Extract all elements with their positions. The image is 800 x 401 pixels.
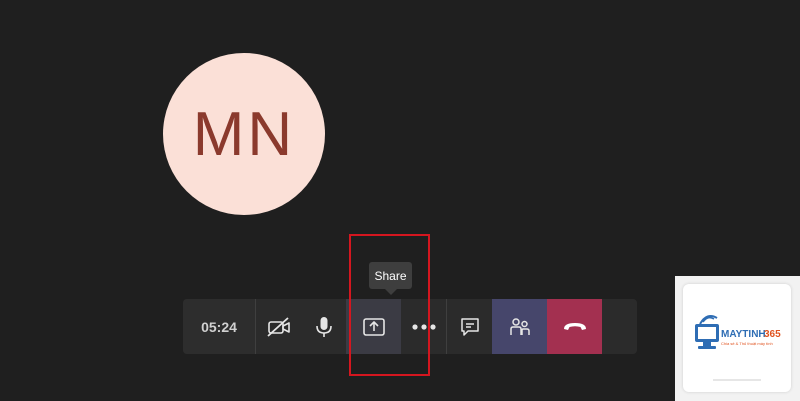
chat-button[interactable]: [447, 299, 492, 354]
share-highlight-box: [349, 234, 430, 376]
meeting-stage: MN 05:24 Share MAYTINH 365 Chia sẻ & Thủ…: [0, 0, 800, 401]
brand-watermark: MAYTINH 365 Chia sẻ & Thủ thuật máy tính: [675, 276, 800, 401]
people-icon: [509, 317, 530, 335]
svg-text:MAYTINH: MAYTINH: [721, 329, 766, 340]
mic-toggle-button[interactable]: [301, 299, 346, 354]
chat-icon: [460, 317, 479, 336]
svg-text:Chia sẻ & Thủ thuật máy tính: Chia sẻ & Thủ thuật máy tính: [721, 341, 773, 346]
participant-avatar: MN: [163, 53, 325, 215]
participants-button[interactable]: [492, 299, 547, 354]
watermark-card: MAYTINH 365 Chia sẻ & Thủ thuật máy tính: [683, 284, 791, 392]
camera-toggle-button[interactable]: [256, 299, 301, 354]
video-off-icon: [266, 316, 290, 337]
call-timer: 05:24: [183, 299, 255, 354]
svg-text:365: 365: [764, 329, 781, 340]
hang-up-button[interactable]: [547, 299, 602, 354]
microphone-icon: [315, 316, 332, 337]
participant-initials: MN: [192, 99, 296, 169]
phone-hangup-icon: [563, 322, 586, 330]
maytinh365-logo: MAYTINH 365 Chia sẻ & Thủ thuật máy tính: [695, 315, 781, 381]
